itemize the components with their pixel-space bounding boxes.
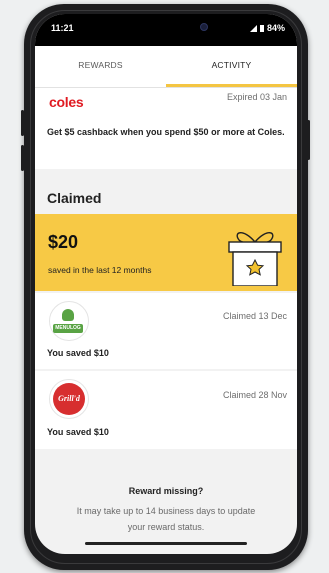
volume-button: [21, 110, 24, 136]
status-time: 11:21: [51, 23, 74, 33]
expired-offer-card[interactable]: coles Expired 03 Jan Get $5 cashback whe…: [35, 88, 297, 169]
savings-note: saved in the last 12 months: [48, 265, 152, 275]
grilld-logo: Grill'd: [49, 379, 89, 419]
menulog-badge: MENULOG: [53, 324, 83, 333]
grilld-wordmark: Grill'd: [53, 383, 85, 415]
notch: [107, 14, 229, 40]
battery-level: 84%: [266, 23, 285, 33]
app-screen: 11:21 84% REWARDS ACTIVITY coles Expired…: [35, 14, 297, 554]
coles-logo: coles: [49, 94, 84, 110]
savings-amount: $20: [48, 232, 79, 252]
gift-icon: [228, 232, 282, 286]
section-title-claimed: Claimed: [47, 190, 102, 206]
tab-bar: REWARDS ACTIVITY: [35, 46, 297, 87]
menulog-logo: MENULOG: [49, 301, 89, 341]
saved-amount: You saved $10: [47, 348, 109, 358]
saved-amount: You saved $10: [47, 427, 109, 437]
tab-activity[interactable]: ACTIVITY: [166, 46, 297, 87]
offer-description: Get $5 cashback when you spend $50 or mo…: [47, 127, 285, 137]
home-indicator[interactable]: [85, 542, 247, 545]
expired-status: Expired 03 Jan: [226, 92, 287, 102]
battery-icon: [259, 24, 264, 32]
power-button: [307, 120, 310, 160]
claimed-item-menulog[interactable]: MENULOG Claimed 13 Dec You saved $10: [35, 293, 297, 369]
status-icons: 84%: [249, 23, 285, 33]
reward-missing-title: Reward missing?: [128, 486, 204, 496]
menulog-mark-icon: [62, 309, 74, 321]
reward-missing-body: It may take up to 14 business days to up…: [76, 506, 256, 532]
status-bar: 11:21 84%: [35, 14, 297, 46]
tab-rewards[interactable]: REWARDS: [35, 46, 166, 87]
claimed-date: Claimed 13 Dec: [222, 311, 287, 321]
volume-button: [21, 145, 24, 171]
signal-icon: [249, 24, 257, 32]
camera-icon: [200, 23, 208, 31]
claimed-item-grilld[interactable]: Grill'd Claimed 28 Nov You saved $10: [35, 371, 297, 449]
claimed-date: Claimed 28 Nov: [222, 390, 287, 400]
savings-banner: $20 saved in the last 12 months: [35, 214, 297, 291]
